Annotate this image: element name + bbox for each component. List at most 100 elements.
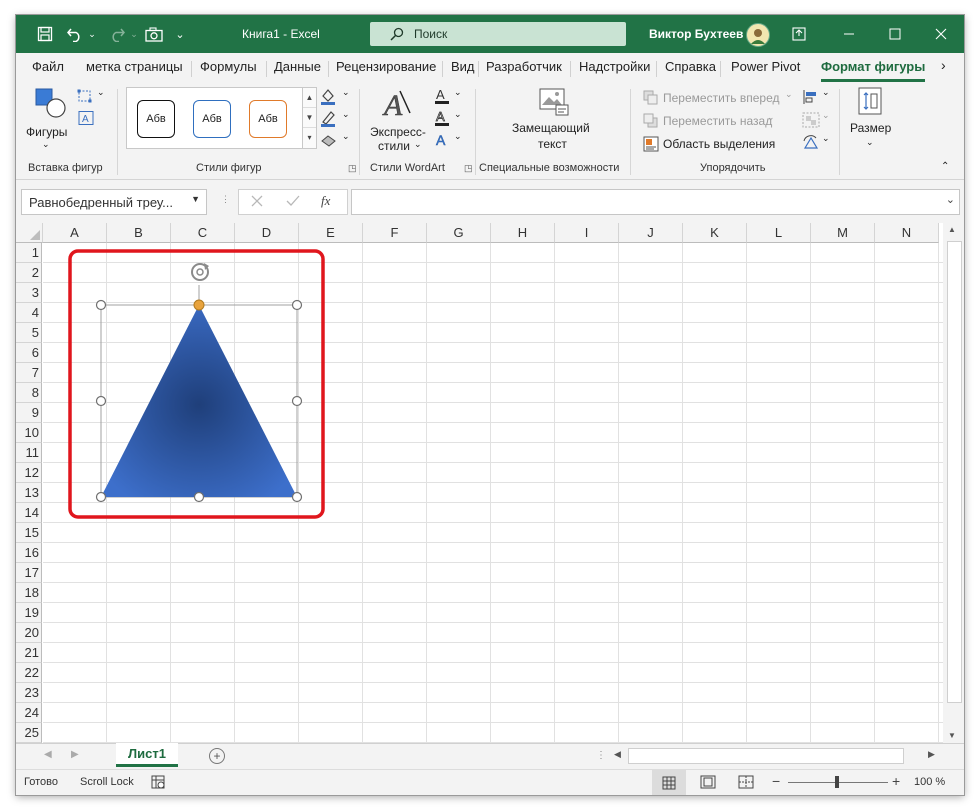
add-sheet-icon[interactable]: + bbox=[209, 748, 225, 764]
alt-text-button[interactable]: Замещающий текст bbox=[508, 87, 598, 153]
resize-handle-top-right[interactable] bbox=[291, 299, 303, 311]
text-fill-dropdown-icon[interactable]: ⌄ bbox=[454, 87, 462, 98]
edit-shape-dropdown-icon[interactable]: ⌄ bbox=[97, 87, 105, 98]
shape-fill-icon[interactable] bbox=[319, 87, 339, 105]
align-dropdown-icon[interactable]: ⌄ bbox=[822, 87, 830, 98]
resize-handle-bottom-right[interactable] bbox=[291, 491, 303, 503]
shape-fill-dropdown-icon[interactable]: ⌄ bbox=[342, 87, 350, 98]
rotate-handle-icon[interactable] bbox=[191, 263, 209, 281]
camera-icon[interactable] bbox=[143, 23, 165, 45]
gallery-up-icon[interactable]: ▲ bbox=[303, 88, 316, 108]
text-outline-icon[interactable]: A bbox=[434, 109, 450, 127]
rotate-objects-dropdown-icon[interactable]: ⌄ bbox=[822, 133, 830, 144]
tabs-scroll-right-icon[interactable]: › bbox=[941, 57, 946, 73]
zoom-in-icon[interactable]: + bbox=[892, 773, 900, 789]
user-name[interactable]: Виктор Бухтеев bbox=[649, 27, 743, 41]
bring-forward-button[interactable]: Переместить вперед ⌄ bbox=[643, 89, 793, 107]
resize-handle-top-left[interactable] bbox=[95, 299, 107, 311]
isosceles-triangle[interactable] bbox=[101, 305, 297, 497]
enter-icon[interactable] bbox=[285, 193, 301, 209]
shape-style-blue[interactable]: Абв bbox=[193, 100, 231, 138]
name-box-dropdown-icon[interactable]: ▼ bbox=[191, 194, 200, 204]
gallery-more-icon[interactable]: ▾ bbox=[303, 128, 316, 147]
shape-style-black[interactable]: Абв bbox=[137, 100, 175, 138]
minimize-icon[interactable] bbox=[826, 15, 872, 53]
page-layout-view-icon[interactable] bbox=[700, 775, 716, 792]
resize-handle-bottom-left[interactable] bbox=[95, 491, 107, 503]
sheet-next-icon[interactable]: ▶ bbox=[71, 749, 79, 760]
text-fill-icon[interactable]: A bbox=[434, 87, 450, 105]
align-icon[interactable] bbox=[802, 89, 820, 105]
search-box[interactable]: Поиск bbox=[370, 22, 626, 46]
shape-effects-icon[interactable] bbox=[319, 131, 339, 149]
quick-styles-button[interactable]: A Экспресс- стили ⌄ bbox=[366, 87, 430, 153]
zoom-out-icon[interactable]: − bbox=[772, 773, 780, 789]
shape-effects-dropdown-icon[interactable]: ⌄ bbox=[342, 131, 350, 142]
customize-qat-icon[interactable]: ⌄ bbox=[173, 23, 187, 45]
shape-styles-gallery[interactable]: Абв Абв Абв bbox=[126, 87, 304, 149]
tab-formulas[interactable]: Формулы bbox=[200, 59, 257, 74]
expand-formula-bar-icon[interactable]: ⌄ bbox=[946, 193, 955, 206]
tab-data[interactable]: Данные bbox=[274, 59, 321, 74]
hscroll-left-icon[interactable]: ◀ bbox=[614, 749, 621, 760]
text-effects-dropdown-icon[interactable]: ⌄ bbox=[454, 131, 462, 142]
tab-review[interactable]: Рецензирование bbox=[336, 59, 436, 74]
tab-shape-format[interactable]: Формат фигуры bbox=[821, 59, 925, 74]
cancel-icon[interactable] bbox=[249, 193, 265, 209]
selection-pane-button[interactable]: Область выделения bbox=[643, 135, 793, 153]
hscroll-right-icon[interactable]: ▶ bbox=[928, 749, 935, 760]
gallery-down-icon[interactable]: ▼ bbox=[303, 108, 316, 128]
tab-power-pivot[interactable]: Power Pivot bbox=[731, 59, 800, 74]
scroll-up-icon[interactable]: ▲ bbox=[948, 225, 956, 234]
collapse-ribbon-icon[interactable]: ⌃ bbox=[941, 161, 949, 172]
send-backward-button[interactable]: Переместить назад ⌄ bbox=[643, 112, 793, 130]
close-icon[interactable] bbox=[918, 15, 964, 53]
tab-splitter-icon[interactable]: ⋮ bbox=[596, 750, 606, 761]
tab-file[interactable]: Файл bbox=[32, 59, 64, 74]
sheet-prev-icon[interactable]: ◀ bbox=[44, 749, 52, 760]
shape-outline-dropdown-icon[interactable]: ⌄ bbox=[342, 109, 350, 120]
shapes-button[interactable]: Фигуры ⌄ bbox=[22, 87, 74, 153]
normal-view-icon[interactable] bbox=[652, 770, 686, 795]
horizontal-scroll-thumb[interactable] bbox=[628, 748, 904, 764]
shape-outline-icon[interactable] bbox=[319, 109, 339, 127]
text-effects-icon[interactable]: A bbox=[434, 131, 450, 149]
zoom-slider-thumb[interactable] bbox=[835, 776, 839, 788]
tab-view[interactable]: Вид bbox=[451, 59, 475, 74]
group-objects-icon[interactable] bbox=[802, 112, 820, 128]
avatar[interactable] bbox=[746, 23, 770, 47]
ribbon-display-options-icon[interactable] bbox=[776, 15, 822, 53]
shape-style-orange[interactable]: Абв bbox=[249, 100, 287, 138]
size-button[interactable]: Размер ⌄ bbox=[846, 87, 894, 153]
tab-developer[interactable]: Разработчик bbox=[486, 59, 562, 74]
wordart-launcher-icon[interactable]: ◳ bbox=[464, 163, 473, 174]
save-icon[interactable] bbox=[34, 23, 56, 45]
page-break-view-icon[interactable] bbox=[738, 775, 754, 792]
formula-input[interactable]: ⌄ bbox=[351, 189, 960, 215]
redo-dropdown-icon[interactable]: ⌄ bbox=[128, 23, 140, 45]
group-objects-dropdown-icon[interactable]: ⌄ bbox=[822, 110, 830, 121]
name-box[interactable]: Равнобедренный треу... ▼ bbox=[21, 189, 207, 215]
text-box-icon[interactable]: A bbox=[77, 110, 95, 126]
undo-icon[interactable] bbox=[64, 23, 86, 45]
shape-styles-launcher-icon[interactable]: ◳ bbox=[348, 163, 357, 174]
insert-function-button[interactable]: fx bbox=[321, 193, 330, 209]
sheet-tab-active[interactable]: Лист1 bbox=[116, 743, 178, 767]
resize-handle-right[interactable] bbox=[291, 395, 303, 407]
vertical-scroll-thumb[interactable] bbox=[947, 241, 962, 703]
macro-record-icon[interactable] bbox=[151, 775, 165, 792]
maximize-icon[interactable] bbox=[872, 15, 918, 53]
tab-page-layout[interactable]: метка страницы bbox=[86, 59, 183, 74]
undo-dropdown-icon[interactable]: ⌄ bbox=[86, 23, 98, 45]
tab-addins[interactable]: Надстройки bbox=[579, 59, 650, 74]
rotate-objects-icon[interactable] bbox=[802, 135, 820, 151]
adjustment-handle[interactable] bbox=[193, 299, 205, 311]
text-outline-dropdown-icon[interactable]: ⌄ bbox=[454, 109, 462, 120]
redo-icon[interactable] bbox=[106, 23, 128, 45]
worksheet-grid[interactable]: ABCDEFGHIJKLMN 1 2 3 4 5 6 7 8 9 10 11 12 13 14 15 16 17… bbox=[16, 223, 964, 743]
formula-bar-splitter-icon[interactable]: ⋮ bbox=[221, 194, 230, 205]
zoom-level[interactable]: 100 % bbox=[914, 776, 945, 788]
vertical-scrollbar[interactable]: ▲ ▼ bbox=[943, 223, 964, 743]
resize-handle-left[interactable] bbox=[95, 395, 107, 407]
tab-help[interactable]: Справка bbox=[665, 59, 716, 74]
